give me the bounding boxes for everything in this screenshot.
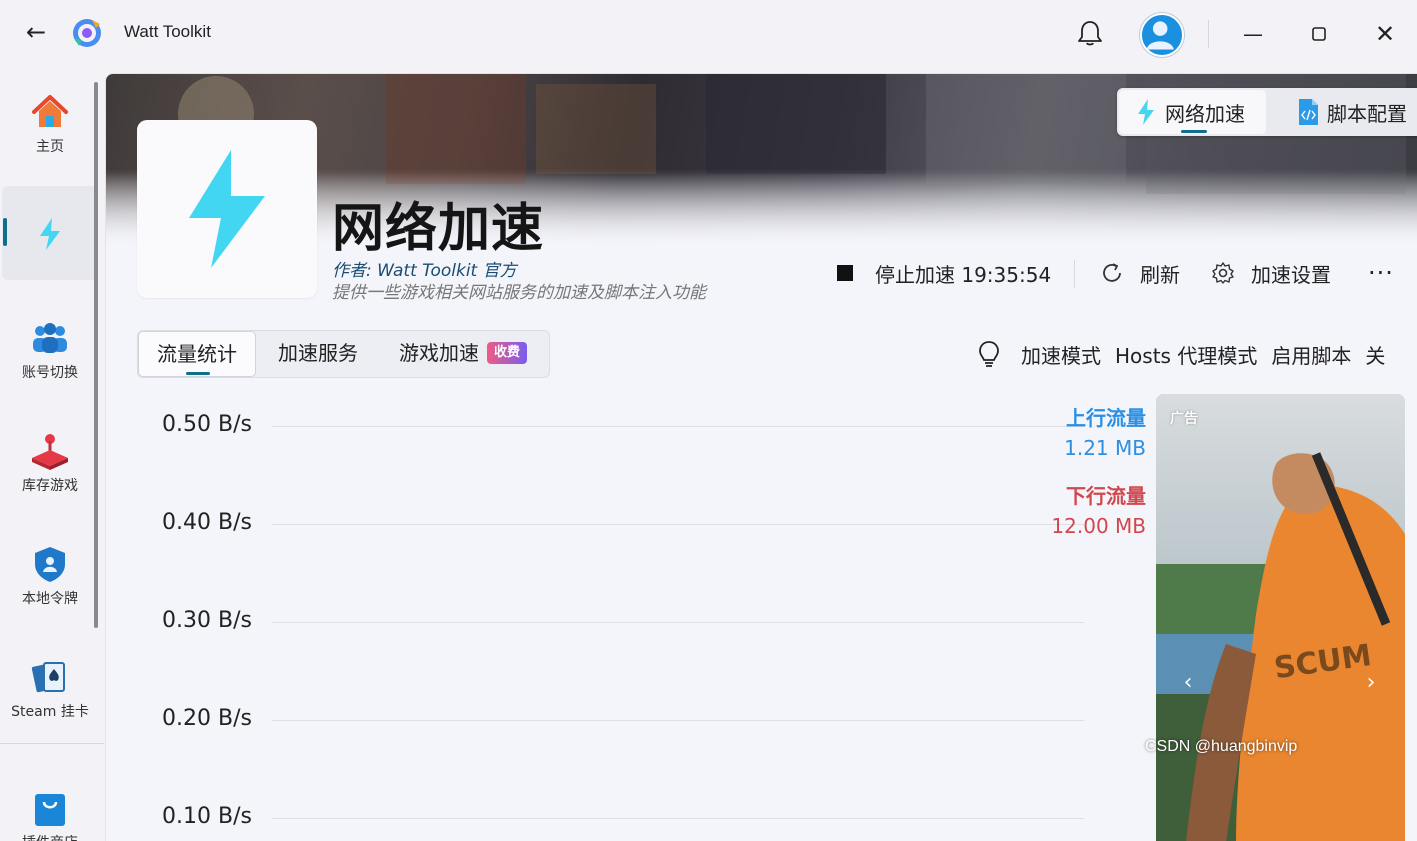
legend-upload-label: 上行流量 [1066,406,1146,430]
script-icon [1299,99,1318,125]
sidebar: 主页 账号切换 库存游戏 本地令牌 Steam 挂卡 [0,68,104,841]
stop-label: 停止加速 19:35:54 [875,262,1052,287]
lightbulb-icon[interactable] [975,339,1003,369]
lightning-icon [40,218,60,250]
tab-active-indicator [186,372,210,375]
gridline [272,818,1084,819]
legend-upload-total: 1.21 MB [1064,436,1146,460]
gear-icon [1212,262,1234,284]
stop-accelerate-button[interactable]: 停止加速 19:35:54 [837,258,1051,288]
sidebar-item-plugin-store[interactable]: 插件商店 [0,788,100,841]
switch-script-config[interactable]: 脚本配置 [1281,88,1417,136]
y-tick-label: 0.50 B/s [162,412,252,437]
sidebar-item-home[interactable]: 主页 [0,92,100,156]
sidebar-item-accelerate[interactable] [0,214,100,254]
cards-icon [31,662,65,693]
app-logo-icon [73,19,101,47]
more-options-button[interactable]: ··· [1368,258,1394,288]
tab-bar: 流量统计 加速服务 游戏加速 收费 [137,330,550,378]
settings-label: 加速设置 [1251,262,1331,287]
sidebar-item-label: 插件商店 [0,832,100,841]
gridline [272,720,1084,721]
tab-game-accelerate[interactable]: 游戏加速 收费 [388,331,538,377]
legend-download-total: 12.00 MB [1051,514,1146,538]
watermark: CSDN @huangbinvip [1145,738,1298,755]
plugin-description: 提供一些游戏相关网站服务的加速及脚本注入功能 [332,283,706,303]
stop-icon [837,265,853,281]
mode-status-row: 加速模式 Hosts 代理模式 启用脚本 关 [975,338,1399,370]
script-value: 关 [1365,343,1386,368]
sidebar-item-label: 主页 [36,139,64,155]
legend-download-label: 下行流量 [1066,484,1146,508]
tab-label: 流量统计 [157,342,237,366]
switch-active-indicator [1181,130,1207,133]
gridline [272,524,1084,525]
gridline [272,622,1084,623]
script-label: 启用脚本 [1271,343,1352,368]
page-switcher: 网络加速 脚本配置 [1117,88,1417,136]
switch-label: 脚本配置 [1327,101,1407,126]
close-icon[interactable]: ✕ [1369,18,1401,50]
accelerate-settings-button[interactable]: 加速设置 [1211,258,1331,288]
separator [1074,260,1075,288]
shield-icon [35,547,65,582]
sidebar-item-steam-idle[interactable]: Steam 挂卡 [0,657,100,721]
avatar[interactable] [1140,13,1184,57]
sidebar-item-label: 账号切换 [22,365,78,381]
mode-label: 加速模式 [1021,343,1101,368]
ad-prev-icon[interactable]: ‹ [1178,670,1198,695]
gridline [272,426,1084,427]
separator [1208,20,1209,48]
main-panel: 网络加速 脚本配置 网络加速 作者: Watt Toolkit 官方 提供一些游… [105,73,1417,841]
plugin-icon-card [137,120,317,298]
ad-tag: 广告 [1170,411,1198,427]
plugin-title: 网络加速 [332,199,545,259]
more-icon: ··· [1368,259,1394,287]
tab-label: 游戏加速 [398,341,479,365]
ad-image: SCUM [1156,394,1405,841]
user-icon [1146,21,1174,50]
minimize-icon[interactable]: — [1237,18,1269,50]
sidebar-item-label: 本地令牌 [22,591,78,607]
sidebar-item-authenticator[interactable]: 本地令牌 [0,544,100,608]
refresh-icon [1103,263,1121,282]
tab-traffic-stats[interactable]: 流量统计 [138,331,256,377]
app-title: Watt Toolkit [124,22,211,41]
ad-next-icon[interactable]: › [1361,670,1381,695]
switch-label: 网络加速 [1165,101,1245,126]
tab-label: 加速服务 [278,341,358,365]
joystick-icon [32,434,68,470]
sidebar-divider [0,743,104,744]
refresh-button[interactable]: 刷新 [1100,258,1180,288]
sidebar-item-label: Steam 挂卡 [11,704,89,720]
traffic-chart: 0.50 B/s 0.40 B/s 0.30 B/s 0.20 B/s 0.10 B/s [106,394,1156,841]
refresh-label: 刷新 [1140,262,1180,287]
sidebar-item-games[interactable]: 库存游戏 [0,431,100,495]
back-arrow-icon[interactable]: ← [22,18,50,46]
home-icon [32,95,68,127]
y-tick-label: 0.40 B/s [162,510,252,535]
y-tick-label: 0.10 B/s [162,804,252,829]
mode-value: Hosts 代理模式 [1115,343,1258,368]
maximize-icon[interactable] [1303,18,1335,50]
switch-network-accelerate[interactable]: 网络加速 [1119,90,1266,134]
sidebar-item-accounts[interactable]: 账号切换 [0,318,100,382]
shopping-bag-icon [35,794,65,826]
sidebar-item-label: 库存游戏 [22,478,78,494]
y-tick-label: 0.30 B/s [162,608,252,633]
lightning-icon [1138,99,1154,125]
tab-accelerate-services[interactable]: 加速服务 [268,331,368,377]
paid-badge: 收费 [486,341,527,364]
title-bar: ← Watt Toolkit — ✕ [0,0,1417,68]
ad-banner[interactable]: SCUM 广告 ‹ › [1156,394,1405,841]
lightning-icon [189,150,265,268]
y-tick-label: 0.20 B/s [162,706,252,731]
bell-icon[interactable] [1074,17,1106,49]
users-icon [33,323,67,353]
